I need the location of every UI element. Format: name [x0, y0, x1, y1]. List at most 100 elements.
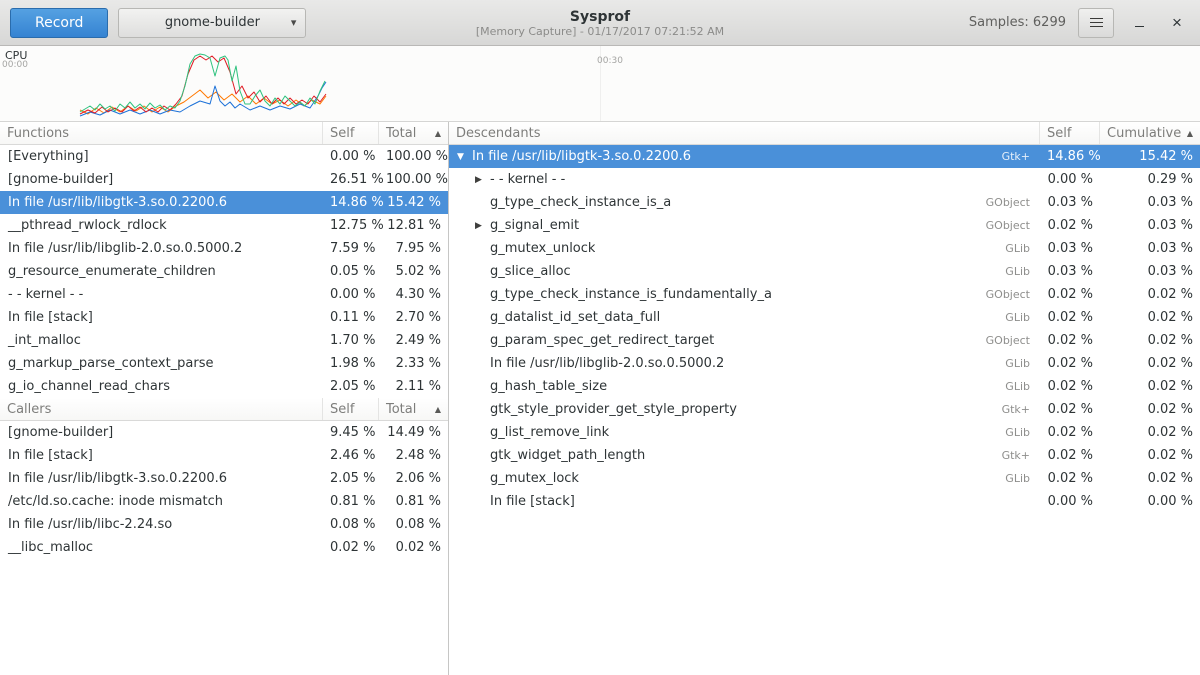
caller-row-total: 0.08 %: [379, 517, 448, 532]
callers-self-column-header[interactable]: Self: [323, 398, 379, 420]
expander-closed-icon[interactable]: ▶: [475, 221, 490, 231]
caller-row[interactable]: In file /usr/lib/libgtk-3.so.0.2200.62.0…: [0, 467, 448, 490]
descendant-row[interactable]: ▼In file /usr/lib/libgtk-3.so.0.2200.6 Gt…: [449, 145, 1200, 168]
descendant-row[interactable]: In file /usr/lib/libglib-2.0.so.0.5000.2…: [449, 352, 1200, 375]
descendants-column-label: Descendants: [456, 126, 541, 141]
caller-row-name: [gnome-builder]: [0, 425, 323, 440]
descendant-row[interactable]: gtk_style_provider_get_style_propertyGtk…: [449, 398, 1200, 421]
caller-row-total: 2.48 %: [379, 448, 448, 463]
descendant-row[interactable]: g_param_spec_get_redirect_targetGObject0…: [449, 329, 1200, 352]
function-row-self: 14.86 %: [323, 195, 379, 210]
descendant-row-self: 0.02 %: [1040, 379, 1100, 394]
descendant-row-name: g_type_check_instance_is_fundamentally_a: [490, 287, 772, 302]
header-right: Samples: 6299 ×: [969, 8, 1190, 38]
chevron-down-icon: ▾: [291, 16, 297, 29]
function-row[interactable]: [gnome-builder]26.51 %100.00 %: [0, 168, 448, 191]
function-row[interactable]: In file /usr/lib/libglib-2.0.so.0.5000.2…: [0, 237, 448, 260]
descendant-row[interactable]: ▶g_signal_emitGObject0.02 %0.03 %: [449, 214, 1200, 237]
minimize-button[interactable]: [1126, 8, 1152, 38]
function-row-total: 7.95 %: [379, 241, 448, 256]
function-row[interactable]: __pthread_rwlock_rdlock12.75 %12.81 %: [0, 214, 448, 237]
caller-row[interactable]: In file /usr/lib/libc-2.24.so0.08 %0.08 …: [0, 513, 448, 536]
descendant-row-category: GObject: [986, 288, 1040, 301]
descendant-row-name: g_datalist_id_set_data_full: [490, 310, 660, 325]
descendant-row-self: 0.02 %: [1040, 287, 1100, 302]
process-dropdown[interactable]: gnome-builder ▾: [118, 8, 306, 38]
caller-row-self: 0.08 %: [323, 517, 379, 532]
caller-row[interactable]: [gnome-builder]9.45 %14.49 %: [0, 421, 448, 444]
record-button[interactable]: Record: [10, 8, 108, 38]
callers-table: [gnome-builder]9.45 %14.49 %In file [sta…: [0, 421, 448, 559]
descendant-row-self: 0.02 %: [1040, 218, 1100, 233]
cpu-time-start: 00:00: [2, 60, 28, 70]
descendant-row[interactable]: g_mutex_lockGLib0.02 %0.02 %: [449, 467, 1200, 490]
caller-row-name: In file /usr/lib/libgtk-3.so.0.2200.6: [0, 471, 323, 486]
descendant-row-cumulative: 0.02 %: [1100, 310, 1200, 325]
caller-row-name: In file [stack]: [0, 448, 323, 463]
descendant-row[interactable]: g_mutex_unlockGLib0.03 %0.03 %: [449, 237, 1200, 260]
function-row[interactable]: _int_malloc1.70 %2.49 %: [0, 329, 448, 352]
caller-row-self: 2.05 %: [323, 471, 379, 486]
function-row[interactable]: g_resource_enumerate_children0.05 %5.02 …: [0, 260, 448, 283]
descendant-row[interactable]: In file [stack]0.00 %0.00 %: [449, 490, 1200, 513]
function-row[interactable]: [Everything]0.00 %100.00 %: [0, 145, 448, 168]
descendant-row[interactable]: g_hash_table_sizeGLib0.02 %0.02 %: [449, 375, 1200, 398]
self-column-label: Self: [330, 126, 354, 141]
function-row-name: - - kernel - -: [0, 287, 323, 302]
descendant-row-name: g_mutex_lock: [490, 471, 579, 486]
expander-closed-icon[interactable]: ▶: [475, 175, 490, 185]
caller-row[interactable]: /etc/ld.so.cache: inode mismatch0.81 %0.…: [0, 490, 448, 513]
functions-total-column-header[interactable]: Total▲: [379, 122, 448, 144]
descendants-self-column-header[interactable]: Self: [1040, 122, 1100, 144]
sort-arrow-icon: ▲: [1187, 129, 1193, 138]
function-row-self: 26.51 %: [323, 172, 379, 187]
function-row-self: 0.11 %: [323, 310, 379, 325]
callers-total-column-header[interactable]: Total▲: [379, 398, 448, 420]
descendant-row-self: 0.02 %: [1040, 425, 1100, 440]
functions-self-column-header[interactable]: Self: [323, 122, 379, 144]
function-row[interactable]: - - kernel - -0.00 %4.30 %: [0, 283, 448, 306]
expander-open-icon[interactable]: ▼: [457, 152, 472, 162]
right-pane: Descendants Self Cumulative▲ ▼In file /u…: [449, 122, 1200, 675]
descendant-row-name: g_hash_table_size: [490, 379, 607, 394]
descendants-cumulative-column-header[interactable]: Cumulative▲: [1100, 122, 1200, 144]
descendant-row-name: In file /usr/lib/libglib-2.0.so.0.5000.2: [490, 356, 724, 371]
descendant-row[interactable]: g_slice_allocGLib0.03 %0.03 %: [449, 260, 1200, 283]
total-column-label: Total: [386, 402, 416, 417]
header-bar: Record gnome-builder ▾ Sysprof [Memory C…: [0, 0, 1200, 46]
function-row-name: _int_malloc: [0, 333, 323, 348]
caller-row-self: 0.02 %: [323, 540, 379, 555]
descendant-row[interactable]: ▶- - kernel - -0.00 %0.29 %: [449, 168, 1200, 191]
descendant-row[interactable]: g_type_check_instance_is_aGObject0.03 %0…: [449, 191, 1200, 214]
minimize-icon: [1135, 26, 1144, 27]
menu-button[interactable]: [1078, 8, 1114, 38]
descendant-row[interactable]: g_type_check_instance_is_fundamentally_a…: [449, 283, 1200, 306]
function-row-self: 12.75 %: [323, 218, 379, 233]
callers-column-header[interactable]: Callers: [0, 398, 323, 420]
function-row[interactable]: In file [stack]0.11 %2.70 %: [0, 306, 448, 329]
close-button[interactable]: ×: [1164, 8, 1190, 38]
function-row[interactable]: g_io_channel_read_chars2.05 %2.11 %: [0, 375, 448, 398]
descendant-row[interactable]: gtk_widget_path_lengthGtk+0.02 %0.02 %: [449, 444, 1200, 467]
self-column-label: Self: [1047, 126, 1071, 141]
descendant-row-name: gtk_widget_path_length: [490, 448, 645, 463]
functions-table-header: Functions Self Total▲: [0, 122, 448, 145]
function-row[interactable]: In file /usr/lib/libgtk-3.so.0.2200.614.…: [0, 191, 448, 214]
window-title: Sysprof: [570, 9, 630, 25]
function-row-total: 100.00 %: [379, 149, 448, 164]
functions-column-header[interactable]: Functions: [0, 122, 323, 144]
descendants-column-header[interactable]: Descendants: [449, 122, 1040, 144]
descendant-row[interactable]: g_list_remove_linkGLib0.02 %0.02 %: [449, 421, 1200, 444]
descendant-row-self: 0.02 %: [1040, 333, 1100, 348]
cpu-graph[interactable]: CPU 00:00 00:30: [0, 46, 1200, 122]
function-row-self: 2.05 %: [323, 379, 379, 394]
sort-arrow-icon: ▲: [435, 129, 441, 138]
caller-row[interactable]: In file [stack]2.46 %2.48 %: [0, 444, 448, 467]
descendant-row-category: Gtk+: [1002, 150, 1040, 163]
function-row-name: [gnome-builder]: [0, 172, 323, 187]
caller-row[interactable]: __libc_malloc0.02 %0.02 %: [0, 536, 448, 559]
function-row-self: 1.98 %: [323, 356, 379, 371]
descendant-row[interactable]: g_datalist_id_set_data_fullGLib0.02 %0.0…: [449, 306, 1200, 329]
function-row[interactable]: g_markup_parse_context_parse1.98 %2.33 %: [0, 352, 448, 375]
descendant-row-name: In file /usr/lib/libgtk-3.so.0.2200.6: [472, 149, 691, 164]
